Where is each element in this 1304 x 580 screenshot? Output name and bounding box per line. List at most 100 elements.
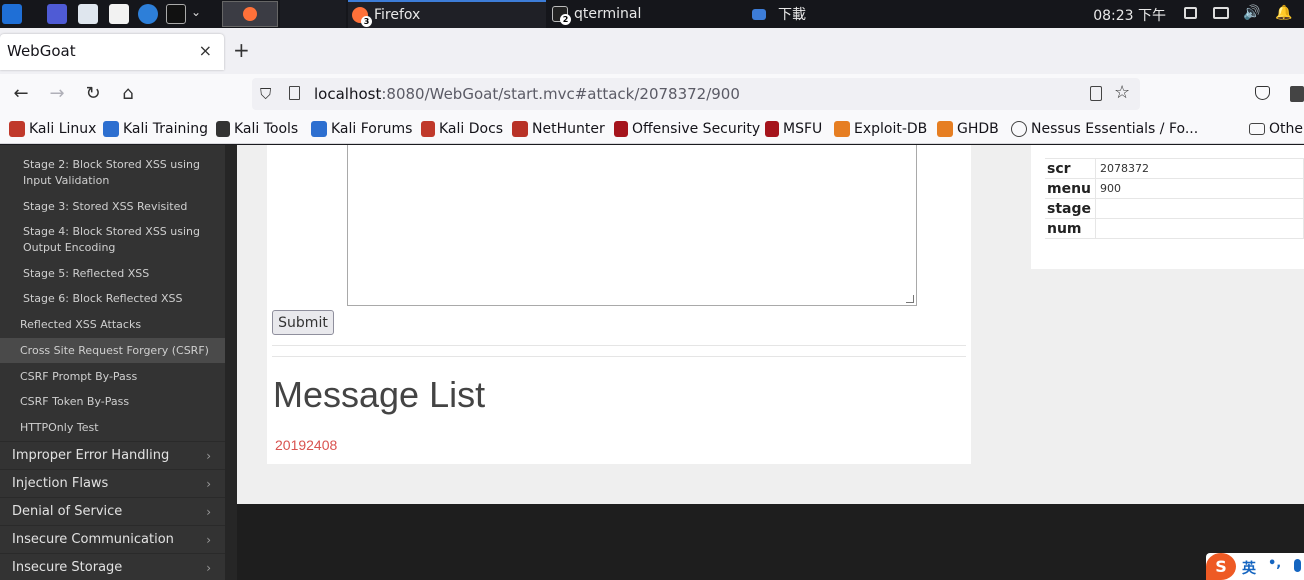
sidebar-item-httponly[interactable]: HTTPOnly Test — [0, 420, 225, 436]
resize-handle-icon[interactable] — [906, 295, 914, 303]
offsec-icon — [614, 121, 628, 137]
bookmarks-toolbar: Kali Linux Kali Training Kali Tools Kali… — [0, 114, 1304, 144]
sidebar-item-stage-2[interactable]: Stage 2: Block Stored XSS using Input Va… — [0, 157, 210, 189]
chevron-right-icon: › — [206, 561, 211, 575]
sogou-logo-icon: S — [1206, 553, 1236, 580]
param-key: scr — [1045, 158, 1097, 179]
bookmark-nethunter[interactable]: NetHunter — [512, 120, 605, 138]
page-footer — [237, 504, 1304, 580]
back-icon[interactable]: ← — [9, 82, 33, 106]
sidebar-item-stage-4[interactable]: Stage 4: Block Stored XSS using Output E… — [0, 224, 210, 256]
url-text[interactable]: localhost:8080/WebGoat/start.mvc#attack/… — [314, 85, 740, 103]
sidebar-category-insecure-storage[interactable]: Insecure Storage › — [0, 553, 225, 580]
table-row: num — [1045, 218, 1304, 239]
desktop-taskbar: ⌄ 3 Firefox 2 qterminal 下載 08:23 下午 🔊 🔔 — [0, 0, 1304, 28]
param-value — [1095, 198, 1304, 219]
sidebar-category-injection[interactable]: Injection Flaws › — [0, 469, 225, 497]
tab-close-icon[interactable]: × — [199, 41, 212, 60]
input-method-bar[interactable]: S 英 •, — [1206, 553, 1304, 580]
folder-icon — [752, 8, 766, 20]
task-downloads[interactable]: 下載 — [752, 0, 950, 28]
bookmark-ghdb[interactable]: GHDB — [937, 120, 999, 138]
terminal-launcher-icon[interactable] — [166, 4, 186, 24]
bookmark-other[interactable]: Other — [1249, 120, 1304, 138]
reload-icon[interactable]: ↻ — [81, 82, 105, 106]
task-label: qterminal — [574, 6, 642, 22]
kali-docs-icon — [421, 121, 435, 137]
taskbar-firefox-thumb[interactable] — [222, 1, 278, 27]
ime-punctuation[interactable]: •, — [1268, 556, 1281, 571]
table-row: stage — [1045, 198, 1304, 219]
forward-icon[interactable]: → — [45, 82, 69, 106]
ime-mode[interactable]: 英 — [1242, 558, 1256, 578]
kali-forums-icon — [311, 121, 327, 137]
kali-menu-icon[interactable] — [2, 4, 22, 24]
microphone-icon[interactable] — [1294, 559, 1301, 572]
message-link[interactable]: 20192408 — [275, 437, 337, 453]
terminal-icon: 2 — [552, 6, 571, 25]
firefox-icon — [243, 7, 257, 21]
reader-view-icon[interactable] — [1090, 86, 1102, 101]
bookmark-nessus[interactable]: Nessus Essentials / Fo... — [1011, 120, 1198, 138]
bookmark-kali-forums[interactable]: Kali Forums — [311, 120, 412, 138]
kali-tools-icon — [216, 121, 230, 137]
ghdb-icon — [937, 121, 953, 137]
workspace-icon[interactable] — [47, 4, 67, 24]
bookmark-kali-linux[interactable]: Kali Linux — [9, 120, 96, 138]
notification-bell-icon[interactable]: 🔔 — [1275, 5, 1292, 21]
sidebar-item-stage-6[interactable]: Stage 6: Block Reflected XSS — [0, 291, 225, 307]
sidebar-scrollbar[interactable] — [225, 145, 237, 580]
url-bar[interactable]: ⛉ localhost:8080/WebGoat/start.mvc#attac… — [252, 78, 1140, 110]
message-list-title: Message List — [273, 374, 486, 415]
page-icon[interactable] — [289, 86, 300, 100]
chevron-right-icon: › — [206, 477, 211, 491]
tab-strip: WebGoat × + — [0, 28, 1304, 74]
bookmark-exploit-db[interactable]: Exploit-DB — [834, 120, 927, 138]
sidebar-category-error-handling[interactable]: Improper Error Handling › — [0, 441, 225, 469]
bookmark-star-icon[interactable]: ☆ — [1114, 82, 1130, 103]
param-key: menu — [1045, 178, 1097, 199]
file-manager-icon[interactable] — [78, 4, 98, 24]
message-textarea[interactable] — [347, 145, 917, 306]
folder-icon — [1249, 123, 1265, 135]
task-firefox[interactable]: 3 Firefox — [348, 0, 546, 28]
chevron-right-icon: › — [206, 533, 211, 547]
sidebar-item-stage-3[interactable]: Stage 3: Stored XSS Revisited — [0, 199, 225, 215]
shield-icon[interactable]: ⛉ — [260, 85, 271, 103]
sidebar-item-stage-5[interactable]: Stage 5: Reflected XSS — [0, 266, 225, 282]
clock[interactable]: 08:23 下午 — [1093, 5, 1166, 25]
taskbar-spacer — [280, 0, 346, 28]
nethunter-icon — [512, 121, 528, 137]
keyboard-icon[interactable] — [1213, 7, 1229, 19]
submit-button[interactable]: Submit — [272, 310, 334, 335]
sidebar-item-reflected-xss[interactable]: Reflected XSS Attacks — [0, 317, 225, 333]
browser-launcher-icon[interactable] — [138, 4, 158, 24]
sidebar-category-dos[interactable]: Denial of Service › — [0, 497, 225, 525]
display-icon[interactable] — [1184, 7, 1197, 19]
task-qterminal[interactable]: 2 qterminal — [550, 0, 748, 28]
sidebar-category-insecure-comm[interactable]: Insecure Communication › — [0, 525, 225, 553]
bookmark-kali-tools[interactable]: Kali Tools — [216, 120, 298, 138]
bookmark-kali-docs[interactable]: Kali Docs — [421, 120, 503, 138]
bookmark-msfu[interactable]: MSFU — [765, 120, 822, 138]
sidebar-item-csrf[interactable]: Cross Site Request Forgery (CSRF) — [0, 338, 225, 363]
globe-icon — [1011, 121, 1027, 137]
sidebar-item-csrf-prompt[interactable]: CSRF Prompt By-Pass — [0, 369, 225, 385]
launcher-dropdown-icon[interactable]: ⌄ — [191, 5, 201, 19]
tab-title: WebGoat — [7, 42, 76, 60]
chevron-right-icon: › — [206, 449, 211, 463]
sidebar-item-csrf-token[interactable]: CSRF Token By-Pass — [0, 394, 225, 410]
text-editor-icon[interactable] — [109, 4, 129, 24]
param-value: 2078372 — [1095, 158, 1304, 179]
tab-webgoat[interactable]: WebGoat × — [0, 34, 224, 70]
table-row: menu 900 — [1045, 178, 1304, 199]
pocket-icon[interactable] — [1255, 86, 1270, 100]
bookmark-offensive-security[interactable]: Offensive Security — [614, 120, 760, 138]
home-icon[interactable]: ⌂ — [116, 82, 140, 106]
volume-icon[interactable]: 🔊 — [1243, 5, 1260, 21]
bookmark-kali-training[interactable]: Kali Training — [103, 120, 208, 138]
translate-icon[interactable] — [1290, 86, 1304, 102]
new-tab-button[interactable]: + — [233, 40, 250, 60]
param-key: num — [1045, 218, 1097, 239]
navigation-toolbar: ← → ↻ ⌂ ⛉ localhost:8080/WebGoat/start.m… — [0, 74, 1304, 114]
